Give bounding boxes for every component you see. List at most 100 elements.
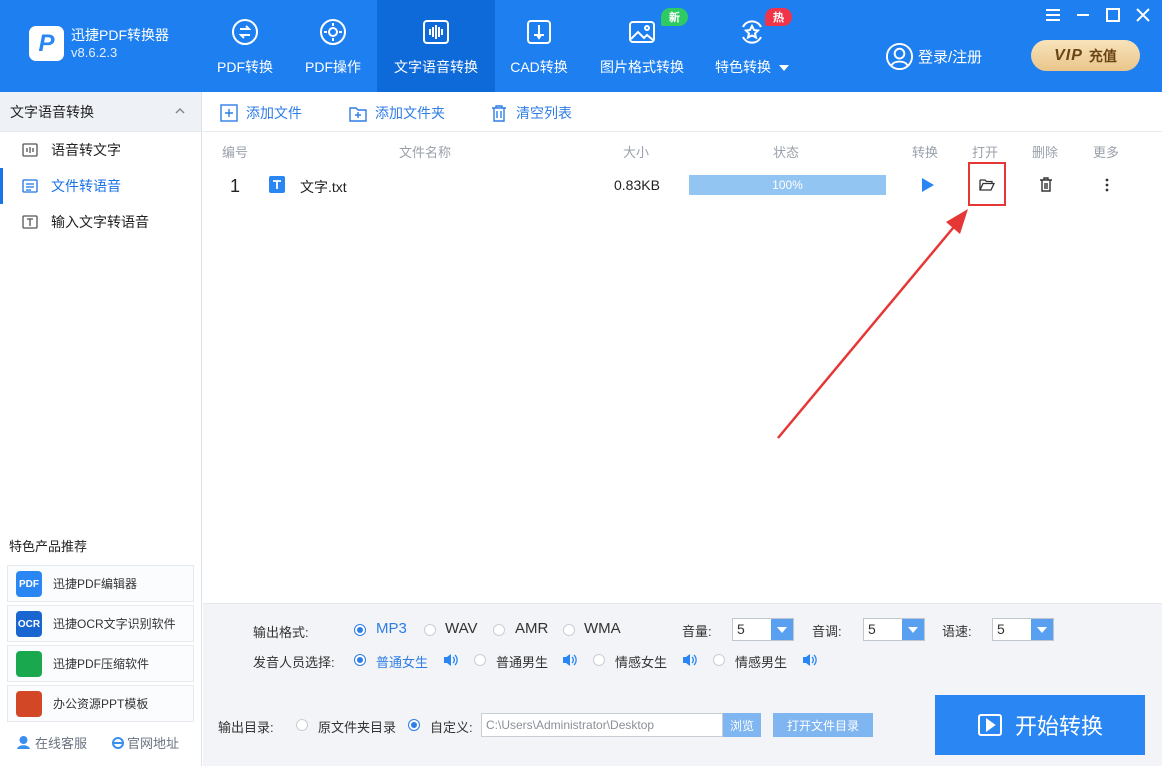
close-icon[interactable] [1134,6,1152,24]
recommend-pdf-compress[interactable]: 迅捷PDF压缩软件 [7,645,194,682]
add-file-button[interactable]: 添加文件 [220,103,302,123]
voice-normal-male[interactable]: 普通男生 [496,652,548,671]
delete-icon[interactable] [1036,175,1056,195]
speaker-icon[interactable] [682,653,698,667]
recommend-title: 特色产品推荐 [9,539,88,554]
format-wav[interactable]: WAV [445,620,478,637]
maximize-icon[interactable] [1104,6,1122,24]
feature-icon [742,20,762,44]
radio-voice-2[interactable] [474,654,486,666]
speaker-icon[interactable] [802,653,818,667]
chevron-up-icon[interactable] [174,105,186,117]
radio-voice-4[interactable] [713,654,725,666]
sidebar-item-speech-to-text[interactable]: 语音转文字 [0,132,201,168]
output-path-input[interactable]: C:\Users\Administrator\Desktop [481,713,723,737]
volume-value: 5 [737,621,745,637]
recommend-label: 办公资源PPT模板 [53,697,149,711]
volume-select[interactable]: 5 [732,618,794,641]
compress-icon [16,651,42,677]
add-file-label: 添加文件 [246,105,302,121]
add-folder-button[interactable]: 添加文件夹 [349,103,445,123]
nav-label: 文字语音转换 [394,59,478,75]
header-bar: P 迅捷PDF转换器 v8.6.2.3 PDF转换 PDF操作 文字语音转换 C… [0,0,1162,92]
nav-pdf-convert[interactable]: PDF转换 [203,0,287,92]
voice-label: 发音人员选择: [253,655,335,670]
radio-wav[interactable] [424,624,436,636]
chevron-down-icon [779,65,789,72]
start-convert-label: 开始转换 [1014,714,1103,739]
file-toolbar: 添加文件 添加文件夹 清空列表 [203,92,1162,132]
radio-output-custom[interactable] [408,719,420,731]
format-mp3[interactable]: MP3 [376,620,407,637]
radio-voice-1[interactable] [354,654,366,666]
dropdown-arrow-icon [771,619,793,640]
nav-text-voice[interactable]: 文字语音转换 [377,0,495,92]
online-service-link[interactable]: 在线客服 [16,733,87,752]
voice-normal-female[interactable]: 普通女生 [376,652,428,671]
voice-icon [423,20,449,44]
nav-label: 图片格式转换 [600,59,684,75]
radio-wma[interactable] [563,624,575,636]
speaker-icon[interactable] [562,653,578,667]
col-more: 更多 [1093,145,1120,160]
recommend-ocr[interactable]: OCR 迅捷OCR文字识别软件 [7,605,194,642]
pdf-convert-icon [232,19,258,45]
image-icon [629,21,655,43]
login-register-button[interactable]: 登录/注册 [885,42,982,71]
speaker-icon[interactable] [443,653,459,667]
badge-hot: 热 [765,8,792,26]
recommend-ppt[interactable]: 办公资源PPT模板 [7,685,194,722]
sidebar-item-file-to-voice[interactable]: 文件转语音 [0,168,201,204]
settings-panel: 输出格式: MP3 WAV AMR WMA 音量: 5 音调: 5 语速: 5 … [203,603,1162,766]
sidebar-item-label: 文件转语音 [51,178,121,194]
col-open: 打开 [972,145,999,160]
sidebar-header[interactable]: 文字语音转换 [0,92,201,132]
pitch-label: 音调: [812,624,842,639]
format-wma[interactable]: WMA [584,620,621,637]
minimize-icon[interactable] [1074,6,1092,24]
user-icon [885,42,914,71]
pitch-select[interactable]: 5 [863,618,925,641]
output-label: 输出目录: [218,720,274,735]
output-custom-label[interactable]: 自定义: [430,717,473,736]
output-original-label[interactable]: 原文件夹目录 [318,717,396,736]
format-amr[interactable]: AMR [515,620,548,637]
voice-emotion-female[interactable]: 情感女生 [615,652,667,671]
table-row[interactable]: 1 文字.txt 0.83KB 100% [203,167,1162,203]
radio-output-original[interactable] [296,719,308,731]
radio-mp3[interactable] [354,624,366,636]
menu-icon[interactable] [1044,6,1062,24]
sidebar-item-input-text[interactable]: 输入文字转语音 [0,204,201,240]
start-convert-button[interactable]: 开始转换 [935,695,1145,755]
voice-emotion-male[interactable]: 情感男生 [735,652,787,671]
speed-select[interactable]: 5 [992,618,1054,641]
radio-amr[interactable] [493,624,505,636]
play-icon[interactable] [917,175,937,195]
dropdown-arrow-icon [902,619,924,640]
clear-list-button[interactable]: 清空列表 [490,103,572,123]
login-label: 登录/注册 [918,49,983,66]
dropdown-arrow-icon [1031,619,1053,640]
browse-button[interactable]: 浏览 [723,713,761,737]
more-icon[interactable] [1097,175,1117,195]
nav-pdf-operate[interactable]: PDF操作 [291,0,375,92]
logo-letter: P [38,29,55,57]
app-window: P 迅捷PDF转换器 v8.6.2.3 PDF转换 PDF操作 文字语音转换 C… [0,0,1162,766]
radio-voice-3[interactable] [593,654,605,666]
play-icon [977,714,1002,736]
app-logo: P [29,26,64,61]
nav-cad[interactable]: CAD转换 [497,0,581,92]
col-status: 状态 [773,145,800,160]
file-size: 0.83KB [614,177,660,193]
vip-text: 充值 [1088,47,1117,64]
recommend-pdf-editor[interactable]: PDF 迅捷PDF编辑器 [7,565,194,602]
col-no: 编号 [222,145,249,160]
open-directory-button[interactable]: 打开文件目录 [773,713,873,737]
nav-label: CAD转换 [510,59,568,75]
vip-recharge-button[interactable]: VIP 充值 [1031,40,1140,71]
nav-label: 特色转换 [715,57,789,77]
website-link[interactable]: 官网地址 [111,733,179,752]
annotation-highlight-box [968,162,1006,206]
app-name: 迅捷PDF转换器 [71,27,169,43]
row-number: 1 [230,176,241,196]
